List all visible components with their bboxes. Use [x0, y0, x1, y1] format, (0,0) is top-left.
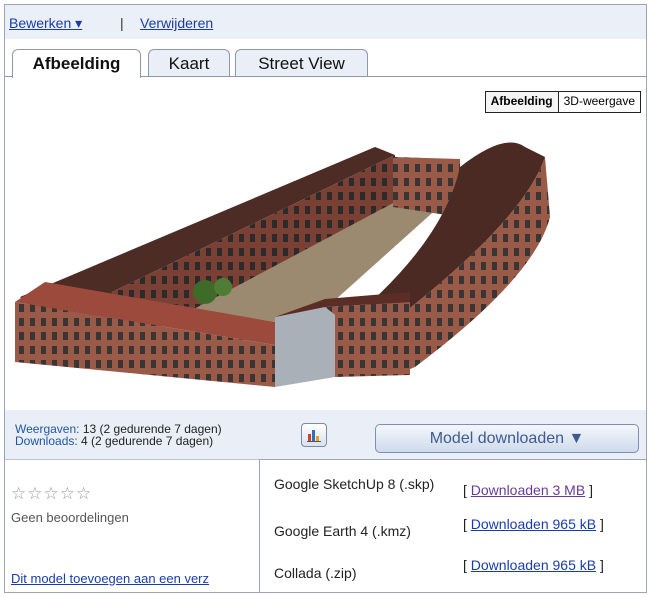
no-ratings-text: Geen beoordelingen [11, 510, 129, 525]
bracket-open: [ [463, 482, 467, 498]
downloads-label: Downloads: [15, 434, 78, 448]
model-detail-panel: Bewerken ▾ | Verwijderen Afbeelding Kaar… [4, 4, 647, 593]
stats-bar: Weergaven: 13 (2 gedurende 7 dagen) Down… [5, 410, 646, 460]
3d-mode-button[interactable]: 3D-weergave [559, 92, 640, 112]
tab-map[interactable]: Kaart [148, 49, 230, 77]
corner-block-wall [325, 302, 410, 377]
format-kmz-label: Google Earth 4 (.kmz) [274, 523, 411, 539]
download-kmz-link[interactable]: Downloaden 965 kB [471, 516, 596, 532]
download-skp-row: [ Downloaden 3 MB ] [463, 482, 638, 498]
stats-block: Weergaven: 13 (2 gedurende 7 dagen) Down… [15, 423, 222, 447]
model-download-button[interactable]: Model downloaden ▼ [375, 424, 639, 453]
model-preview[interactable]: Afbeelding 3D-weergave [5, 77, 646, 411]
delete-link[interactable]: Verwijderen [140, 15, 213, 31]
view-mode-toggle: Afbeelding 3D-weergave [484, 91, 641, 113]
image-mode-button[interactable]: Afbeelding [485, 92, 559, 112]
rating-stars[interactable]: ☆☆☆☆☆ [11, 484, 92, 504]
bar-chart-icon [307, 430, 321, 442]
download-skp-link[interactable]: Downloaden 3 MB [471, 482, 585, 498]
bracket-close: ] [599, 557, 604, 573]
stats-chart-button[interactable] [301, 423, 327, 447]
download-zip-row: [ Downloaden 965 kB ] [463, 557, 638, 573]
downloads-value: 4 (2 gedurende 7 dagen) [81, 434, 214, 448]
format-zip-label: Collada (.zip) [274, 565, 357, 581]
tab-image[interactable]: Afbeelding [12, 49, 141, 78]
toolbar-separator: | [120, 15, 124, 31]
bracket-open: [ [463, 516, 467, 532]
corner-tower [275, 307, 335, 387]
bracket-open: [ [463, 557, 467, 573]
download-kmz-row: [ Downloaden 965 kB ] [463, 516, 638, 532]
format-skp-label: Google SketchUp 8 (.skp) [274, 476, 435, 492]
add-to-collection-link[interactable]: Dit model toevoegen aan een verz [11, 571, 261, 586]
bracket-close: ] [589, 482, 593, 498]
tab-street-view[interactable]: Street View [235, 49, 368, 77]
building-model-image [15, 142, 550, 387]
view-tabs: Afbeelding Kaart Street View [5, 39, 646, 78]
download-menu: Google SketchUp 8 (.skp) [ Downloaden 3 … [259, 459, 646, 592]
bracket-close: ] [599, 516, 604, 532]
downloads-row: Downloads: 4 (2 gedurende 7 dagen) [15, 435, 222, 447]
tree-shape [193, 280, 217, 304]
edit-menu-link[interactable]: Bewerken ▾ [9, 15, 82, 32]
edit-toolbar: Bewerken ▾ | Verwijderen [5, 5, 646, 39]
tree-shape [214, 278, 232, 296]
download-zip-link[interactable]: Downloaden 965 kB [471, 557, 596, 573]
